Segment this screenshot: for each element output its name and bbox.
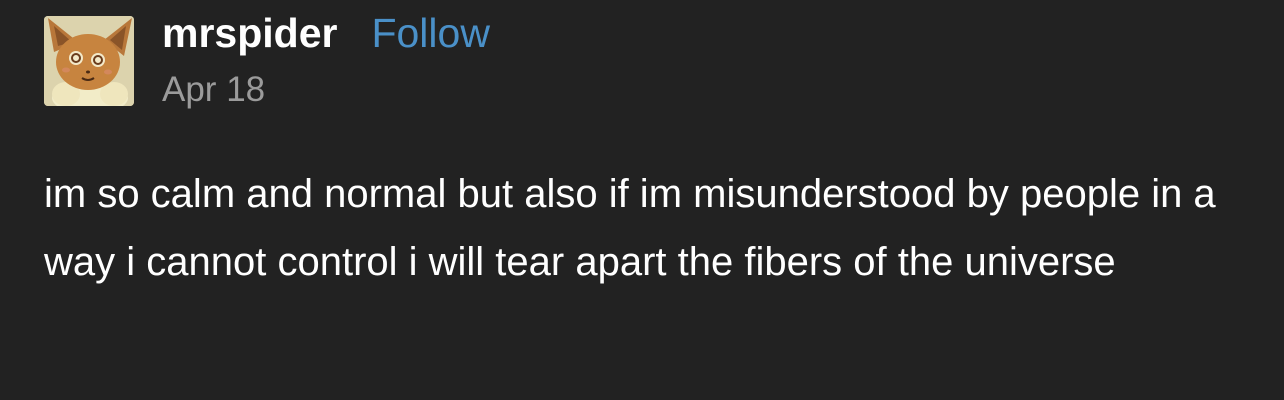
avatar[interactable]: [44, 16, 134, 106]
eevee-avatar-icon: [44, 16, 134, 106]
post-card: mrspider Follow Apr 18 im so calm and no…: [0, 0, 1284, 400]
post-date[interactable]: Apr 18: [162, 70, 265, 110]
post-header: mrspider Follow: [162, 10, 490, 70]
follow-button[interactable]: Follow: [371, 10, 489, 57]
username-link[interactable]: mrspider: [162, 10, 337, 57]
post-body-text: im so calm and normal but also if im mis…: [44, 172, 1216, 284]
